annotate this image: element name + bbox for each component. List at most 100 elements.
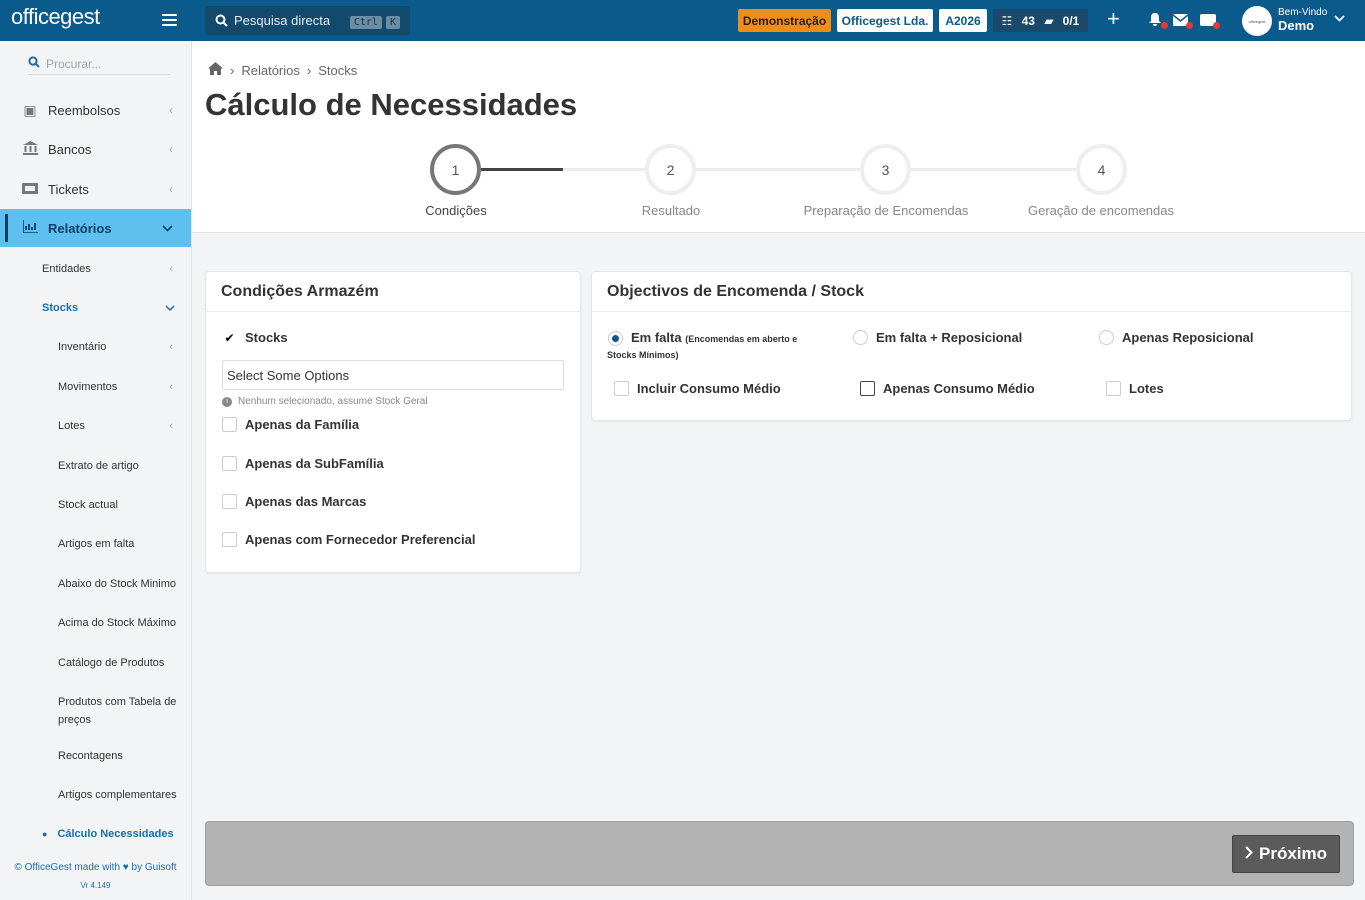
page-title: Cálculo de Necessidades xyxy=(205,87,578,122)
step-4[interactable]: 4 xyxy=(1076,144,1127,195)
home-icon[interactable] xyxy=(208,62,223,78)
user-name: Demo xyxy=(1278,18,1315,33)
step-1[interactable]: 1 xyxy=(430,144,481,195)
demo-badge[interactable]: Demonstração xyxy=(738,9,831,32)
sidebar-sub-catalogo[interactable]: Catálogo de Produtos xyxy=(58,657,164,669)
add-icon[interactable]: + xyxy=(1107,8,1120,30)
sidebar-item-tickets[interactable]: Tickets ‹ xyxy=(0,170,191,208)
sidebar-sub-complementares[interactable]: Artigos complementares xyxy=(58,789,177,801)
radio-em-falta[interactable]: Em falta (Encomendas em aberto e Stocks … xyxy=(607,330,828,361)
card-title: Objectivos de Encomenda / Stock xyxy=(592,272,1351,312)
chevron-left-icon: ‹ xyxy=(169,142,173,156)
sidebar-search-placeholder: Procurar... xyxy=(46,56,102,71)
checkbox-label: Apenas das Marcas xyxy=(245,494,367,509)
warehouse-select[interactable]: Select Some Options xyxy=(222,360,564,390)
sidebar-sub-inventario[interactable]: Inventário ‹ xyxy=(58,341,173,353)
radio-note: (Encomendas em aberto e xyxy=(685,334,798,344)
sidebar-sub-tabela-precos[interactable]: Produtos com Tabela de preços xyxy=(58,693,176,729)
sidebar-sub-entidades[interactable]: Entidades ‹ xyxy=(42,263,173,275)
active-dot-icon: ● xyxy=(42,829,48,839)
sidebar-sub-stock-actual[interactable]: Stock actual xyxy=(58,499,118,511)
sub-label: Inventário xyxy=(58,341,107,353)
tasks-count: 43 xyxy=(1021,13,1035,28)
search-placeholder: Pesquisa directa xyxy=(234,13,331,28)
sidebar-sub-calculo[interactable]: ● Cálculo Necessidades xyxy=(42,828,174,840)
breadcrumb-stocks[interactable]: Stocks xyxy=(318,63,357,78)
wizard-footer-bar: Próximo xyxy=(205,821,1354,886)
step-2[interactable]: 2 xyxy=(645,144,696,195)
chevron-left-icon: ‹ xyxy=(169,103,173,117)
next-button[interactable]: Próximo xyxy=(1232,835,1340,873)
sidebar-sub-artigos-falta[interactable]: Artigos em falta xyxy=(58,538,134,550)
sub-label: Cálculo Necessidades xyxy=(57,828,174,840)
sub-label: Stocks xyxy=(42,302,79,314)
checkbox-label: Apenas Consumo Médio xyxy=(883,381,1035,396)
chevron-left-icon: ‹ xyxy=(169,263,173,275)
bell-icon[interactable] xyxy=(1148,13,1168,29)
footer-text: © OfficeGest made with xyxy=(14,862,121,873)
sidebar-sub-lotes[interactable]: Lotes ‹ xyxy=(58,420,173,432)
menu-toggle-icon[interactable] xyxy=(162,14,177,26)
tasks-icon: ☷ xyxy=(1001,13,1013,28)
shortcut-key-ctrl: Ctrl xyxy=(349,16,382,29)
task-counters[interactable]: ☷ 43 ▰ 0/1 xyxy=(993,9,1088,32)
company-selector[interactable]: Officegest Lda. xyxy=(837,9,933,32)
page-header: › Relatórios › Stocks Cálculo de Necessi… xyxy=(192,41,1365,233)
footer-by[interactable]: by Guisoft xyxy=(132,862,177,873)
sidebar-footer: © OfficeGest made with ♥ by Guisoft xyxy=(0,862,191,873)
top-bar: officegest Pesquisa directa Ctrl K Demons… xyxy=(0,0,1365,41)
sidebar-sub-acima-stock[interactable]: Acima do Stock Máximo xyxy=(58,617,176,629)
avatar[interactable]: officegest xyxy=(1242,6,1272,36)
sidebar-sub-stocks[interactable]: Stocks xyxy=(42,302,175,314)
step-4-label: Geração de encomendas xyxy=(1028,203,1174,218)
global-search[interactable]: Pesquisa directa Ctrl K xyxy=(205,6,410,35)
radio-label: Em falta xyxy=(631,330,682,345)
welcome-text: Bem-Vindo xyxy=(1278,7,1328,18)
chart-icon xyxy=(21,220,39,236)
sidebar-item-reembolsos[interactable]: ▣ Reembolsos ‹ xyxy=(0,91,191,129)
step-1-label: Condições xyxy=(425,203,487,218)
ticket-notify-icon[interactable] xyxy=(1200,13,1220,29)
sub-label: Produtos com Tabela de xyxy=(58,696,177,708)
step-3[interactable]: 3 xyxy=(860,144,911,195)
year-selector[interactable]: A2026 xyxy=(939,9,987,32)
stocks-checkbox[interactable]: ✔ Stocks xyxy=(222,330,288,345)
checkbox-label: Incluir Consumo Médio xyxy=(637,381,781,396)
radio-apenas-reposicional[interactable]: Apenas Reposicional xyxy=(1099,330,1253,345)
main-content: › Relatórios › Stocks Cálculo de Necessi… xyxy=(192,41,1365,900)
app-logo[interactable]: officegest xyxy=(11,4,100,30)
radio-label: Em falta + Reposicional xyxy=(876,330,1023,345)
chevron-left-icon: ‹ xyxy=(169,182,173,196)
checkbox-label: Apenas da SubFamília xyxy=(245,456,384,471)
fornecedor-checkbox[interactable]: Apenas com Fornecedor Preferencial xyxy=(222,532,475,547)
checkbox-label: Lotes xyxy=(1129,381,1164,396)
chevron-down-icon xyxy=(162,221,173,235)
sidebar-item-relatorios[interactable]: Relatórios xyxy=(0,209,191,247)
sidebar-sub-abaixo-stock[interactable]: Abaixo do Stock Minimo xyxy=(58,578,176,590)
chevron-right-icon xyxy=(1245,844,1253,864)
marcas-checkbox[interactable]: Apenas das Marcas xyxy=(222,494,366,509)
sidebar-sub-movimentos[interactable]: Movimentos ‹ xyxy=(58,381,173,393)
warehouse-hint: i Nenhum selecionado, assume Stock Geral xyxy=(222,396,428,407)
chevron-right-icon: › xyxy=(306,62,312,78)
breadcrumb-relatorios[interactable]: Relatórios xyxy=(241,63,300,78)
search-icon xyxy=(28,56,40,71)
incluir-consumo-checkbox[interactable]: Incluir Consumo Médio xyxy=(614,381,781,396)
sidebar-search[interactable]: Procurar... xyxy=(28,53,170,75)
chevron-down-icon[interactable] xyxy=(1334,13,1345,25)
search-icon xyxy=(215,14,228,27)
sidebar-item-bancos[interactable]: Bancos ‹ xyxy=(0,130,191,168)
chevron-down-icon xyxy=(165,302,175,314)
user-info[interactable]: Bem-Vindo Demo xyxy=(1278,7,1327,33)
radio-em-falta-reposicional[interactable]: Em falta + Reposicional xyxy=(853,330,1022,345)
checkbox-label: Apenas com Fornecedor Preferencial xyxy=(245,532,476,547)
familia-checkbox[interactable]: Apenas da Família xyxy=(222,417,359,432)
lotes-checkbox[interactable]: Lotes xyxy=(1106,381,1164,396)
breadcrumb: › Relatórios › Stocks xyxy=(208,62,364,78)
subfamilia-checkbox[interactable]: Apenas da SubFamília xyxy=(222,456,384,471)
mail-icon[interactable] xyxy=(1172,13,1193,29)
sidebar-sub-extrato[interactable]: Extrato de artigo xyxy=(58,460,139,472)
version-text: Vr 4.149 xyxy=(80,881,111,890)
sidebar-sub-recontagens[interactable]: Recontagens xyxy=(58,750,123,762)
apenas-consumo-checkbox[interactable]: Apenas Consumo Médio xyxy=(860,381,1035,396)
